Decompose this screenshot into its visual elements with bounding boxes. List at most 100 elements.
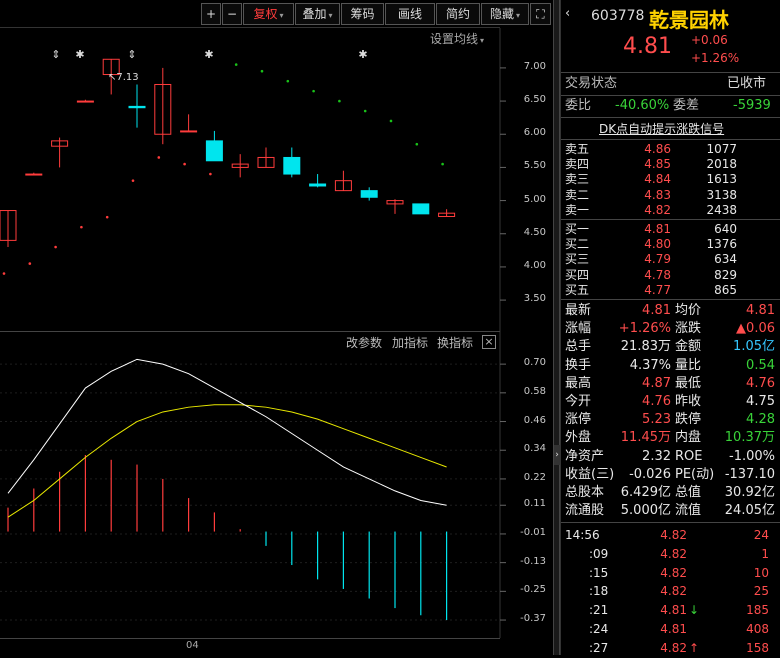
signal-dot — [157, 156, 161, 159]
quote-label: 内盘 — [675, 430, 702, 446]
quote-value: 4.28 — [746, 412, 775, 428]
stock-nav-arrow-icon[interactable]: ‹ — [565, 6, 570, 21]
quote-label: 换手 — [565, 357, 592, 373]
add-indicator-button[interactable]: 加指标 — [392, 334, 428, 351]
price-axis-label: 4.50 — [523, 226, 546, 238]
quote-label: 净资产 — [565, 448, 605, 464]
quote-value: -137.10 — [724, 466, 775, 482]
tick-row: :21 4.81 185 ↓ — [565, 601, 777, 620]
ask-level-label: 卖二 — [565, 187, 590, 202]
price-axis-label: 6.00 — [523, 127, 546, 139]
candle-body — [205, 140, 223, 162]
ask-price: 4.85 — [644, 157, 671, 172]
quote-label: 涨停 — [565, 412, 592, 428]
quote-label: 金额 — [675, 339, 702, 355]
tick-volume: 408 — [746, 622, 769, 636]
tick-price: 4.82 — [660, 584, 687, 599]
macd-axis-label: 0.58 — [523, 385, 546, 397]
close-indicator-icon[interactable]: × — [482, 335, 496, 349]
ask-row: 卖二 4.83 3138 — [565, 188, 777, 203]
quote-panel: ‹ 603778 乾景园林 4.81 +0.06 +1.26% 交易状态 已收市… — [560, 0, 780, 655]
divider — [561, 219, 780, 220]
quote-value: 1.05亿 — [733, 339, 775, 355]
bid-price: 4.77 — [644, 282, 671, 297]
panel-splitter[interactable]: › — [553, 0, 560, 655]
tick-volume: 185 — [746, 603, 769, 618]
quote-value: 4.75 — [746, 394, 775, 409]
signal-dot — [441, 162, 444, 166]
quote-label: 昨收 — [675, 394, 702, 409]
quote-value: 11.45万 — [620, 430, 671, 446]
macd-axis-label: 0.46 — [523, 414, 546, 426]
quote-label: 量比 — [675, 357, 702, 373]
bid-row: 买五 4.77 865 — [565, 283, 777, 298]
ask-price: 4.83 — [644, 187, 671, 202]
signal-dot — [28, 262, 32, 265]
signal-dot — [415, 142, 419, 146]
candle-body — [128, 105, 146, 109]
tick-row: :24 4.81 408 — [565, 620, 777, 639]
tick-price: 4.82 — [660, 528, 687, 542]
divider — [561, 72, 780, 73]
quote-value: 30.92亿 — [724, 485, 775, 500]
bid-volume: 1376 — [706, 237, 737, 252]
signal-marker: ✱ — [75, 48, 84, 61]
divider — [561, 117, 780, 118]
quote-label: 涨幅 — [565, 321, 592, 337]
ask-volume: 1613 — [706, 172, 737, 187]
ask-level-label: 卖三 — [565, 172, 590, 187]
ask-price: 4.82 — [644, 202, 671, 217]
dk-signal-link[interactable]: DK点自动提示涨跌信号 — [599, 120, 724, 137]
price-axis-label: 6.50 — [523, 94, 546, 106]
signal-dot — [286, 79, 290, 83]
macd-axis-label: 0.22 — [523, 471, 546, 483]
signal-dot — [234, 63, 238, 66]
weibi-label: 委比 — [565, 98, 592, 113]
switch-indicator-button[interactable]: 换指标 — [437, 334, 473, 351]
quote-label: 均价 — [675, 303, 702, 318]
quote-row: 涨幅 +1.26% 涨跌 ▲0.06 — [565, 320, 777, 338]
quote-value: 5.23 — [642, 412, 671, 428]
candlestick-chart: ⇕ ✱ ⇕ ✱ ✱ — [0, 28, 506, 638]
candle-body — [309, 183, 327, 187]
quote-value: 24.05亿 — [724, 503, 775, 519]
bid-level-label: 买二 — [565, 237, 590, 252]
price-axis-label: 7.00 — [523, 60, 546, 72]
tick-time: 14:56 — [565, 528, 600, 542]
signal-marker: ⇕ — [127, 48, 136, 61]
bid-price: 4.79 — [644, 252, 671, 267]
divider — [561, 95, 780, 96]
change-params-button[interactable]: 改参数 — [346, 334, 382, 351]
ask-row: 卖三 4.84 1613 — [565, 172, 777, 187]
ask-level-label: 卖五 — [565, 142, 590, 156]
signal-dot — [312, 89, 315, 93]
quote-value: +1.26% — [618, 321, 671, 337]
quote-row: 总股本 6.429亿 总值 30.92亿 — [565, 484, 777, 502]
signal-dot — [80, 225, 83, 229]
bid-volume: 829 — [714, 267, 737, 282]
price-axis-label: 4.00 — [523, 259, 546, 271]
candle-body — [412, 203, 430, 215]
current-price: 4.81 — [623, 34, 672, 59]
quote-value: 4.87 — [642, 375, 671, 391]
quote-row: 净资产 2.32 ROE -1.00% — [565, 448, 777, 466]
quote-row: 总手 21.83万 金额 1.05亿 — [565, 338, 777, 356]
kline-chart-area[interactable]: + − 复权 ▾ 叠加 ▾ 筹码 画线 简约 隐藏 ▾ ⛶ 设置均线 ▾ ⇕ ✱ ⇕ ✱ ✱ 7… — [0, 0, 553, 655]
divider — [561, 299, 780, 300]
tick-volume: 10 — [753, 565, 769, 580]
quote-label: 今开 — [565, 394, 592, 409]
tick-volume: 24 — [753, 528, 769, 542]
down-arrow-icon: ↓ — [689, 603, 700, 618]
bid-volume: 865 — [714, 282, 737, 297]
bid-level-label: 买一 — [565, 222, 590, 236]
quote-value: -0.026 — [629, 466, 671, 482]
tick-time: :21 — [589, 603, 609, 618]
quote-label: 最低 — [675, 375, 702, 391]
signal-dot — [209, 172, 212, 176]
quote-value: 4.76 — [746, 375, 775, 391]
quote-row: 今开 4.76 昨收 4.75 — [565, 393, 777, 411]
macd-axis-label: -0.01 — [520, 526, 546, 538]
quote-value: 0.54 — [746, 357, 775, 373]
bid-row: 买四 4.78 829 — [565, 268, 777, 283]
quote-value: 6.429亿 — [620, 485, 671, 500]
